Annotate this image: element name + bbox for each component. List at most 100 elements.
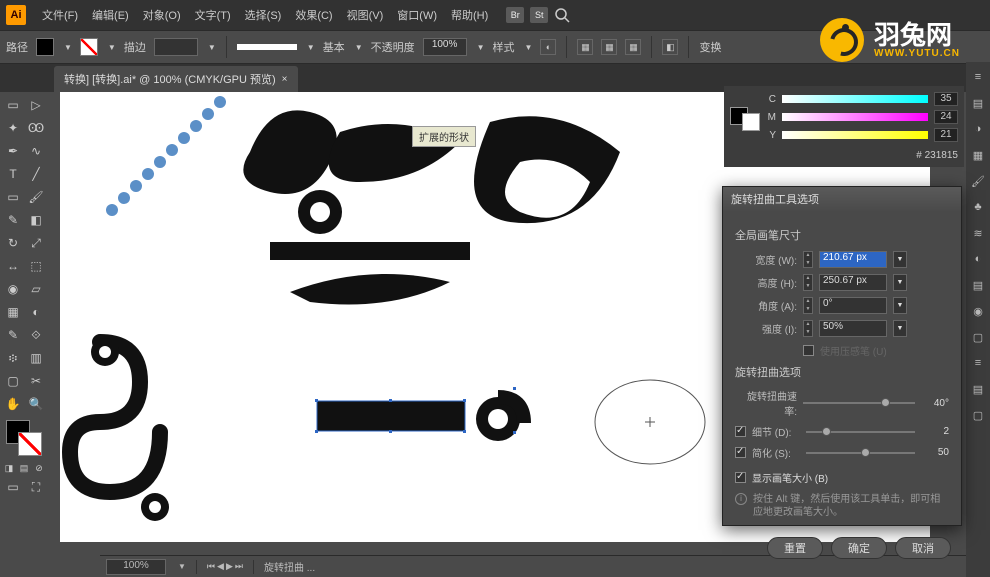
stock-badge[interactable]: St: [530, 7, 548, 23]
artwork-selected-bar[interactable]: [315, 387, 535, 447]
menu-window[interactable]: 窗口(W): [391, 3, 443, 27]
dock-stroke-icon[interactable]: ≋: [969, 224, 987, 242]
width-spinner[interactable]: ▲▼: [803, 251, 813, 268]
angle-input[interactable]: 0°: [819, 297, 887, 314]
screen-mode-icon[interactable]: ▭: [2, 476, 24, 498]
artboard-prev-icon[interactable]: ◀: [217, 561, 224, 572]
shape-builder-tool[interactable]: ◉: [2, 278, 24, 300]
pen-tool[interactable]: ✒: [2, 140, 24, 162]
simplify-slider[interactable]: [806, 452, 915, 454]
free-transform-tool[interactable]: ⬚: [25, 255, 47, 277]
mesh-tool[interactable]: ▦: [2, 301, 24, 323]
magenta-slider[interactable]: [782, 113, 928, 121]
dock-brushes-icon[interactable]: 🖌: [969, 172, 987, 190]
lasso-tool[interactable]: Ꙭ: [25, 117, 47, 139]
detail-checkbox[interactable]: [735, 426, 746, 437]
brush-style-dd[interactable]: ▼: [355, 43, 363, 52]
fill-dropdown-icon[interactable]: ▼: [64, 43, 72, 52]
dock-transparency-icon[interactable]: ▤: [969, 276, 987, 294]
stroke-swatch[interactable]: [80, 38, 98, 56]
intensity-spinner[interactable]: ▲▼: [803, 320, 813, 337]
magic-wand-tool[interactable]: ✦: [2, 117, 24, 139]
dock-gradient-icon[interactable]: ◐: [969, 250, 987, 268]
perspective-tool[interactable]: ▱: [25, 278, 47, 300]
stroke-dropdown-icon[interactable]: ▼: [108, 43, 116, 52]
width-dd-icon[interactable]: ▼: [893, 251, 907, 268]
shape-mode-icon[interactable]: ◧: [662, 39, 678, 55]
menu-select[interactable]: 选择(S): [239, 3, 288, 27]
height-spinner[interactable]: ▲▼: [803, 274, 813, 291]
menu-edit[interactable]: 编辑(E): [86, 3, 135, 27]
gradient-mode-icon[interactable]: ▤: [17, 461, 31, 475]
direct-selection-tool[interactable]: ▷: [25, 94, 47, 116]
reset-button[interactable]: 重置: [767, 537, 823, 559]
cancel-button[interactable]: 取消: [895, 537, 951, 559]
opacity-dd[interactable]: ▼: [477, 43, 485, 52]
scale-tool[interactable]: ⤢: [25, 232, 47, 254]
shaper-tool[interactable]: ✎: [2, 209, 24, 231]
hex-value[interactable]: # 231815: [730, 150, 958, 161]
artboard-prev-first-icon[interactable]: ⏮: [207, 561, 215, 572]
stroke-weight-input[interactable]: [154, 38, 198, 56]
color-panel-swatch[interactable]: [730, 107, 760, 131]
ok-button[interactable]: 确定: [831, 537, 887, 559]
bridge-badge[interactable]: Br: [506, 7, 524, 23]
height-dd-icon[interactable]: ▼: [893, 274, 907, 291]
eraser-tool[interactable]: ◧: [25, 209, 47, 231]
detail-slider[interactable]: [806, 431, 915, 433]
dock-artboards-icon[interactable]: ▢: [969, 406, 987, 424]
paintbrush-tool[interactable]: 🖌: [25, 186, 47, 208]
intensity-input[interactable]: 50%: [819, 320, 887, 337]
stroke-style-preview[interactable]: [237, 44, 297, 50]
menu-type[interactable]: 文字(T): [189, 3, 237, 27]
stroke-color-box[interactable]: [18, 432, 42, 456]
intensity-dd-icon[interactable]: ▼: [893, 320, 907, 337]
artboard-next-last-icon[interactable]: ⏭: [235, 561, 243, 572]
dock-layers-icon[interactable]: ≡: [969, 354, 987, 372]
dock-properties-icon[interactable]: ≡: [969, 68, 987, 86]
stroke-style-dd[interactable]: ▼: [307, 43, 315, 52]
fill-swatch[interactable]: [36, 38, 54, 56]
magenta-value[interactable]: 24: [934, 110, 958, 124]
dock-symbols-icon[interactable]: ♣: [969, 198, 987, 216]
dock-graphic-styles-icon[interactable]: ▢: [969, 328, 987, 346]
fill-stroke-control[interactable]: [6, 420, 42, 456]
zoom-dropdown[interactable]: 100%: [106, 559, 166, 575]
slice-tool[interactable]: ✂: [25, 370, 47, 392]
brush-style-label[interactable]: 基本: [323, 39, 345, 55]
simplify-checkbox[interactable]: [735, 447, 746, 458]
menu-view[interactable]: 视图(V): [341, 3, 390, 27]
show-brush-checkbox[interactable]: [735, 472, 746, 483]
type-tool[interactable]: T: [2, 163, 24, 185]
stroke-weight-dd[interactable]: ▼: [208, 43, 216, 52]
line-tool[interactable]: ╱: [25, 163, 47, 185]
artboard-tool[interactable]: ▢: [2, 370, 24, 392]
rectangle-tool[interactable]: ▭: [2, 186, 24, 208]
eyedropper-tool[interactable]: ✎: [2, 324, 24, 346]
column-graph-tool[interactable]: ▥: [25, 347, 47, 369]
dock-libraries-icon[interactable]: ▤: [969, 94, 987, 112]
dock-asset-icon[interactable]: ▤: [969, 380, 987, 398]
close-icon[interactable]: ×: [282, 74, 288, 85]
angle-dd-icon[interactable]: ▼: [893, 297, 907, 314]
align-right-icon[interactable]: ▦: [625, 39, 641, 55]
zoom-dd-icon[interactable]: ▼: [178, 562, 186, 571]
style-button[interactable]: 样式: [493, 39, 515, 55]
cyan-value[interactable]: 35: [934, 92, 958, 106]
dock-color-icon[interactable]: ◑: [969, 120, 987, 138]
transform-button[interactable]: 变换: [699, 39, 721, 55]
selection-tool[interactable]: ▭: [2, 94, 24, 116]
opacity-input[interactable]: 100%: [423, 38, 467, 56]
blend-tool[interactable]: ⟐: [25, 324, 47, 346]
search-icon[interactable]: [554, 7, 570, 23]
align-left-icon[interactable]: ▦: [577, 39, 593, 55]
change-screen-icon[interactable]: ⛶: [25, 476, 47, 498]
symbol-sprayer-tool[interactable]: ፨: [2, 347, 24, 369]
gradient-tool[interactable]: ◐: [25, 301, 47, 323]
color-mode-icon[interactable]: ◨: [2, 461, 16, 475]
twirl-rate-slider[interactable]: [803, 402, 915, 404]
hand-tool[interactable]: ✋: [2, 393, 24, 415]
artboard-next-icon[interactable]: ▶: [226, 561, 233, 572]
menu-file[interactable]: 文件(F): [36, 3, 84, 27]
cyan-slider[interactable]: [782, 95, 928, 103]
